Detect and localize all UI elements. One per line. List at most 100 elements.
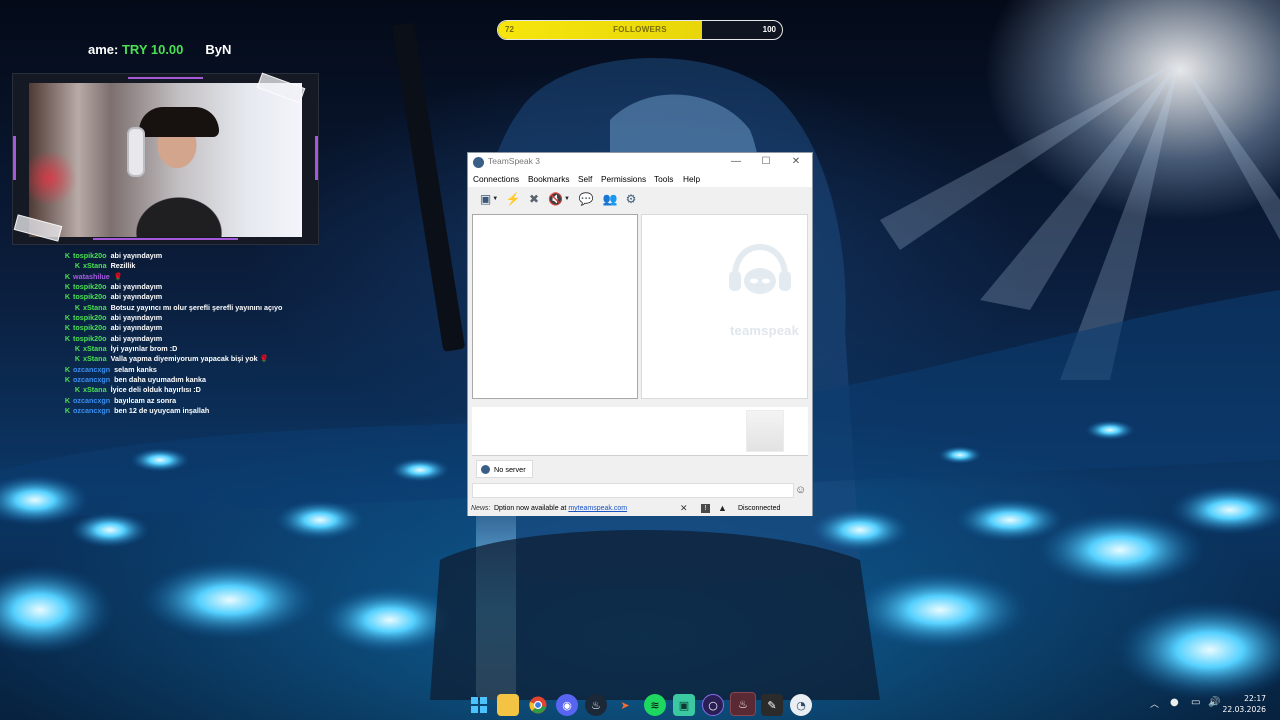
clock-date[interactable]: 22.03.2026: [1223, 705, 1266, 714]
kick-badge-icon: K: [64, 323, 71, 333]
chat-text: ben daha uyumadım kanka: [114, 375, 207, 385]
teamspeak-app-icon: [473, 157, 484, 168]
menu-tools[interactable]: Tools: [654, 174, 673, 184]
chat-message: Kozcancxgn selam kanks: [62, 365, 362, 375]
chat-username: tospik20o: [73, 323, 107, 333]
chat-text: abi yayındayım: [110, 251, 163, 260]
kick-badge-icon: K: [64, 395, 71, 405]
maximize-icon[interactable]: ☐: [751, 153, 781, 172]
chat-message: Kwatashilue 🌹: [62, 272, 362, 282]
donation-ticker: ame: TRY 10.00 ByN: [88, 42, 236, 60]
network-icon[interactable]: ▭: [1191, 697, 1200, 708]
info-panel: teamspeak: [641, 214, 808, 399]
webcam-accent-left: [13, 136, 16, 180]
chat-text: abi yayındayım: [110, 292, 163, 302]
ticker-suffix: ByN: [205, 42, 232, 57]
chat-text: Valla yapma diyemiyorum yapacak bişi yok…: [110, 354, 269, 364]
teamspeak-window: TeamSpeak 3 — ☐ ✕ Connections Bookmarks …: [467, 152, 813, 516]
tray-chevron-icon[interactable]: ︿: [1150, 697, 1159, 710]
news-label: News:: [471, 505, 491, 512]
chat-text: bayılcam az sonra: [114, 395, 177, 405]
chat-icon[interactable]: 💬: [577, 190, 595, 207]
teamspeak-taskbar-icon[interactable]: ◔: [790, 694, 812, 716]
chat-message: Ktospik20o abi yayındayım: [62, 334, 362, 344]
steam-active-icon[interactable]: ♨: [730, 692, 756, 716]
hotkey-icon[interactable]: ⚙: [623, 190, 639, 207]
browser-app-icon[interactable]: ○: [702, 694, 724, 716]
contacts-icon[interactable]: 👥: [601, 190, 619, 207]
status-bar: News: Dption now available at myteamspea…: [468, 502, 812, 516]
ticker-amount: TRY 10.00: [121, 42, 184, 57]
chat-username: tospik20o: [73, 251, 107, 260]
menu-help[interactable]: Help: [683, 174, 700, 184]
chat-message: KxStana İyice deli olduk hayırlısı :D: [62, 385, 362, 395]
menu-self[interactable]: Self: [578, 174, 592, 184]
news-close-icon[interactable]: ✕: [680, 503, 688, 514]
chat-input[interactable]: [472, 483, 794, 498]
file-explorer-icon[interactable]: [497, 694, 519, 716]
chat-username: xStana: [83, 302, 107, 312]
chat-text: İyice deli olduk hayırlısı :D: [110, 385, 201, 395]
tab-no-server[interactable]: No server: [476, 460, 533, 478]
teamspeak-logo-text: teamspeak: [730, 323, 800, 338]
kick-badge-icon: K: [64, 292, 71, 302]
chat-message: KxStana Rezillik: [62, 261, 362, 271]
kick-badge-icon: K: [64, 313, 71, 323]
chat-message: Ktospik20o abi yayındayım: [62, 282, 362, 292]
emoji-icon[interactable]: ☺: [795, 484, 807, 496]
tray-app-icon[interactable]: ●: [1170, 697, 1179, 708]
follower-goal-label: FOLLOWERS: [613, 25, 667, 34]
server-tree-panel[interactable]: [472, 214, 638, 399]
disconnect-icon[interactable]: ⚡: [505, 190, 521, 207]
chat-message: Kozcancxgn ben daha uyumadım kanka: [62, 375, 362, 385]
steam-icon[interactable]: ♨: [585, 694, 607, 716]
chat-username: ozcancxgn: [73, 364, 111, 374]
webcam-frame: [12, 72, 319, 245]
minimize-icon[interactable]: —: [721, 153, 751, 172]
clock-time[interactable]: 22:17: [1244, 694, 1266, 703]
kick-badge-icon: K: [74, 261, 81, 271]
avatar: [746, 410, 784, 452]
news-link[interactable]: myteamspeak.com: [568, 505, 627, 512]
webcam-accent-top: [128, 77, 203, 79]
chat-text: abi yayındayım: [110, 282, 163, 292]
menu-permissions[interactable]: Permissions: [601, 174, 646, 184]
menu-connections[interactable]: Connections: [473, 174, 519, 184]
webcam-accent-right: [315, 136, 318, 180]
chat-username: tospik20o: [73, 313, 107, 323]
warning-icon[interactable]: ▲: [718, 503, 727, 513]
headphones: [127, 127, 145, 177]
mute-icon[interactable]: 🔇 ▼: [546, 190, 572, 207]
away-icon[interactable]: ✖: [526, 190, 542, 207]
chat-username: tospik20o: [73, 292, 107, 302]
connect-icon[interactable]: ▣ ▼: [476, 190, 502, 207]
spotify-icon[interactable]: ≋: [644, 694, 666, 716]
pen-app-icon[interactable]: ✎: [761, 694, 783, 716]
menu-bookmarks[interactable]: Bookmarks: [528, 174, 570, 184]
chat-log-area[interactable]: [472, 407, 808, 456]
windows-start-icon[interactable]: [468, 694, 490, 716]
window-titlebar[interactable]: TeamSpeak 3 — ☐ ✕: [468, 153, 812, 172]
chrome-icon[interactable]: [527, 694, 549, 716]
chat-text: Rezillik: [110, 261, 136, 271]
discord-icon[interactable]: ◉: [556, 694, 578, 716]
kick-badge-icon: K: [64, 251, 71, 260]
toolbar: ▣ ▼ ⚡ ✖ 🔇 ▼ 💬 👥 ⚙: [468, 187, 812, 211]
tab-no-server-label: No server: [494, 464, 526, 474]
game-app-icon[interactable]: ▣: [673, 694, 695, 716]
notification-icon[interactable]: !: [701, 504, 710, 513]
chat-message: Ktospik20o abi yayındayım: [62, 251, 362, 261]
chat-username: ozcancxgn: [73, 406, 111, 416]
chat-message: Ktospik20o abi yayındayım: [62, 313, 362, 323]
volume-icon[interactable]: 🔊: [1208, 697, 1220, 708]
kick-badge-icon: K: [74, 344, 81, 354]
ticker-prefix: ame:: [88, 42, 122, 57]
chat-message: Kozcancxgn ben 12 de uyuycam inşallah: [62, 406, 362, 416]
news-text: Dption now available at: [494, 505, 569, 512]
close-icon[interactable]: ✕: [781, 153, 811, 172]
arrow-app-icon[interactable]: ➤: [614, 694, 636, 716]
chat-text: Botsuz yayıncı mı olur şerefli şerefli y…: [110, 302, 283, 312]
stream-chat: Ktospik20o abi yayındayım KxStana Rezillik K…: [62, 251, 362, 417]
window-title: TeamSpeak 3: [488, 156, 540, 166]
streamer-hair: [139, 107, 219, 137]
